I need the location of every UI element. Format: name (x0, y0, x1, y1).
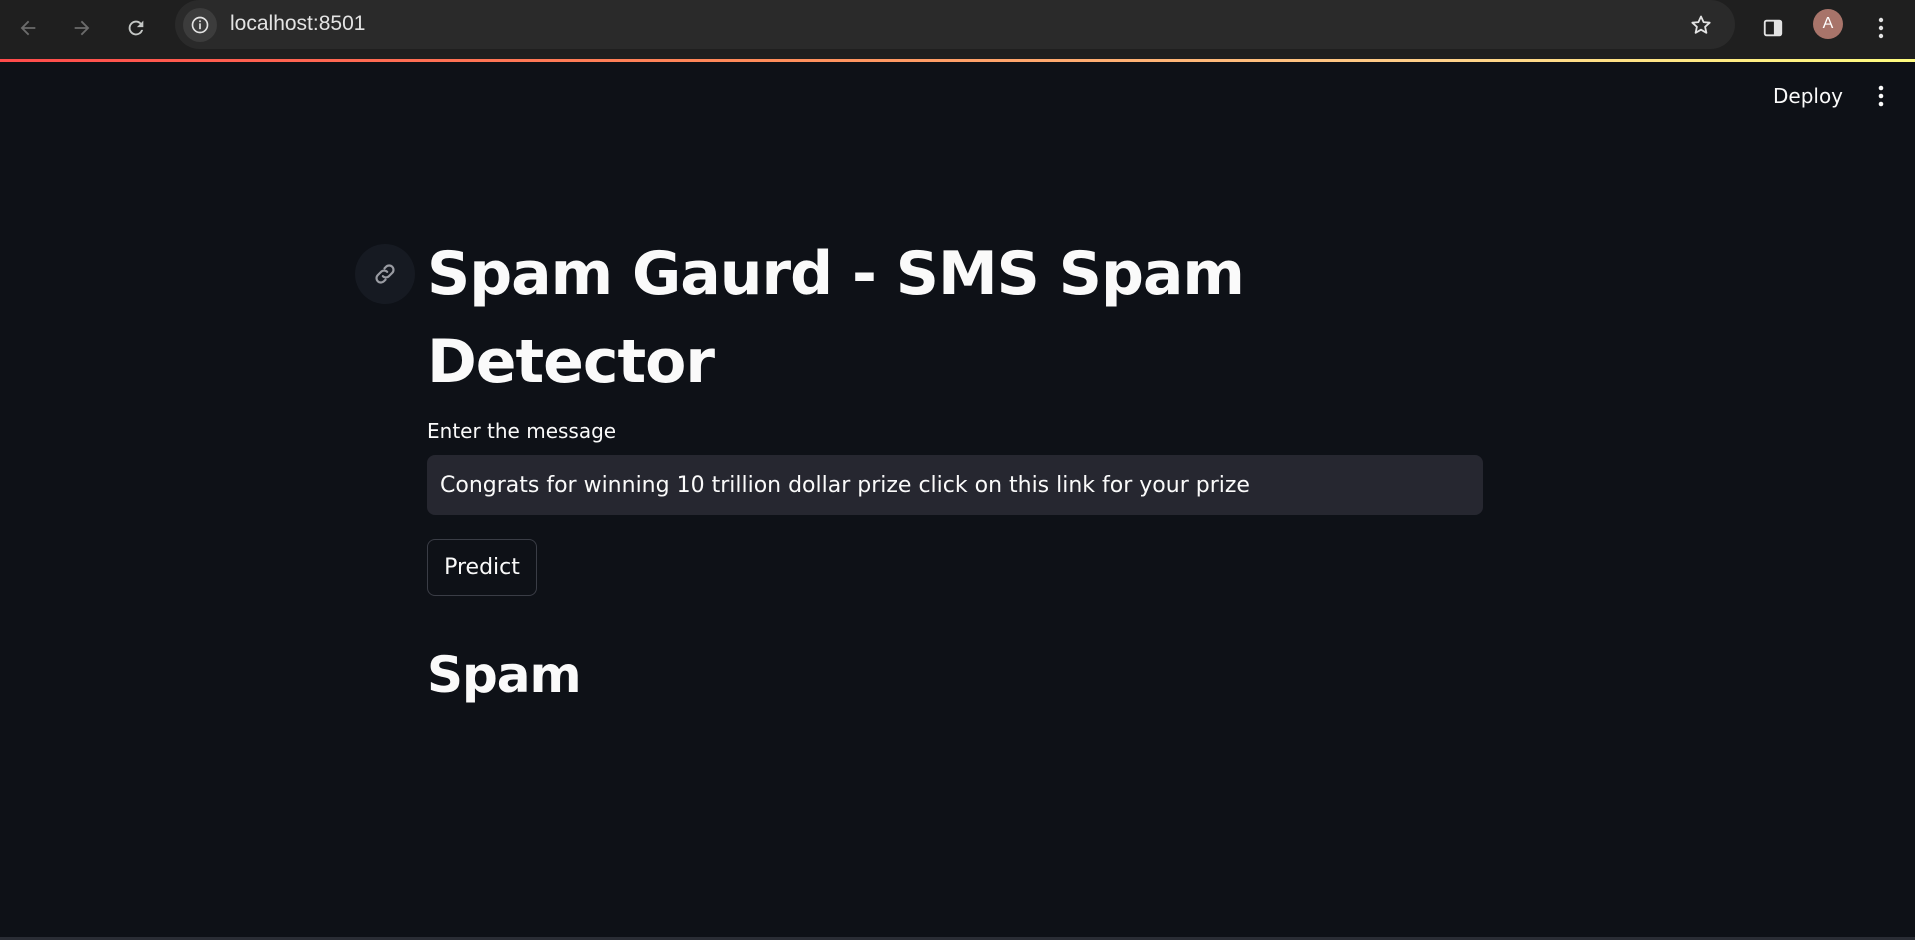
prediction-result: Spam (427, 646, 582, 704)
predict-button[interactable]: Predict (427, 539, 537, 596)
url-text[interactable]: localhost:8501 (230, 12, 365, 36)
site-info-button[interactable] (183, 8, 217, 42)
forward-button[interactable] (62, 8, 102, 48)
bookmark-button[interactable] (1685, 9, 1717, 41)
deploy-button[interactable]: Deploy (1762, 80, 1854, 112)
side-panel-icon (1763, 19, 1783, 37)
main-block: Spam Gaurd - SMS Spam Detector Enter the… (355, 230, 1483, 704)
profile-avatar[interactable]: A (1813, 9, 1843, 39)
browser-toolbar: localhost:8501 A (0, 0, 1915, 59)
browser-menu-button[interactable] (1866, 8, 1896, 48)
forward-arrow-icon (74, 20, 90, 36)
header-decoration-bar (0, 59, 1915, 62)
page-title: Spam Gaurd - SMS Spam Detector (427, 239, 1245, 397)
vertical-dots-icon (1878, 17, 1884, 39)
side-panel-button[interactable] (1755, 8, 1791, 48)
reload-icon (128, 20, 144, 36)
reload-button[interactable] (116, 8, 156, 48)
link-icon (375, 264, 395, 284)
vertical-dots-icon (1878, 85, 1884, 107)
message-input[interactable]: Congrats for winning 10 trillion dollar … (427, 455, 1483, 515)
back-arrow-icon (20, 20, 36, 36)
title-anchor-link[interactable] (355, 244, 415, 304)
star-icon (1691, 15, 1711, 34)
app-main-menu-button[interactable] (1868, 80, 1894, 112)
message-input-label: Enter the message (427, 419, 617, 443)
back-button[interactable] (8, 8, 48, 48)
address-bar[interactable]: localhost:8501 (175, 0, 1735, 49)
info-icon (191, 16, 209, 34)
